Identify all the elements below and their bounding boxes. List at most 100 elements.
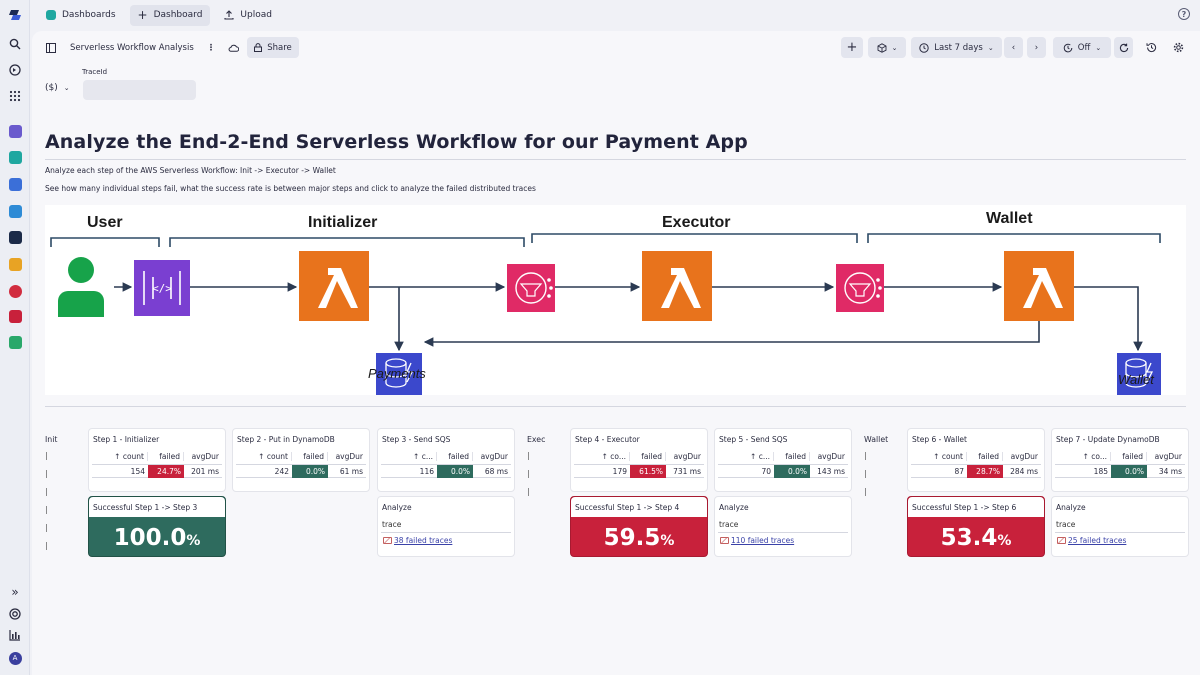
kubernetes-app-icon[interactable] xyxy=(6,202,24,220)
refresh-button[interactable] xyxy=(1114,37,1133,58)
logs-app-icon[interactable] xyxy=(6,228,24,246)
avgdur-value: 201 ms xyxy=(191,467,219,476)
section-brackets xyxy=(50,233,1161,247)
expand-sidebar-icon[interactable]: » xyxy=(6,583,24,601)
segments-button[interactable]: ⌄ xyxy=(868,37,906,58)
group-separator: | xyxy=(527,487,530,496)
column-header-avgdur[interactable]: avgDur xyxy=(666,452,704,461)
group-separator: | xyxy=(864,451,867,460)
settings-gear-icon[interactable] xyxy=(1170,37,1186,58)
column-header-count[interactable]: ↑ c... xyxy=(718,451,774,461)
table-header: ↑ count failed avgDur xyxy=(236,449,366,463)
timeframe-next-button[interactable]: › xyxy=(1027,37,1046,58)
column-header-trace[interactable]: trace xyxy=(382,520,401,529)
column-header-failed[interactable]: failed xyxy=(630,451,666,461)
column-header-failed[interactable]: failed xyxy=(292,451,328,461)
apps-grid-icon[interactable] xyxy=(6,87,24,105)
description-line-1: Analyze each step of the AWS Serverless … xyxy=(45,166,336,175)
column-header-count[interactable]: ↑ count xyxy=(92,451,148,461)
success-rate-tile[interactable]: Successful Step 1 -> Step 6 53.4% xyxy=(907,496,1045,557)
analyze-tile[interactable]: Analyze trace 25 failed traces xyxy=(1051,496,1189,557)
user-avatar[interactable]: A xyxy=(6,649,24,667)
problems-app-icon[interactable] xyxy=(6,282,24,300)
column-header-avgdur[interactable]: avgDur xyxy=(328,452,366,461)
tile-title: Successful Step 1 -> Step 6 xyxy=(908,497,1044,517)
column-header-avgdur[interactable]: avgDur xyxy=(473,452,511,461)
vulnerabilities-app-icon[interactable] xyxy=(6,307,24,325)
column-header-failed[interactable]: failed xyxy=(437,451,473,461)
column-header-failed[interactable]: failed xyxy=(148,451,184,461)
column-header-failed[interactable]: failed xyxy=(1111,451,1147,461)
column-header-avgdur[interactable]: avgDur xyxy=(810,452,848,461)
support-icon[interactable] xyxy=(6,605,24,623)
help-icon[interactable]: ? xyxy=(1178,8,1190,20)
search-icon[interactable] xyxy=(6,35,24,53)
step-tile[interactable]: Step 5 - Send SQS ↑ c... failed avgDur 70 0.0… xyxy=(714,428,852,492)
failed-traces-link[interactable]: 38 failed traces xyxy=(383,536,452,545)
timeframe-selector[interactable]: Last 7 days ⌄ xyxy=(911,37,1002,58)
column-header-count[interactable]: ↑ co... xyxy=(574,451,630,461)
traceid-input[interactable] xyxy=(83,80,196,100)
column-header-trace[interactable]: trace xyxy=(1056,520,1075,529)
avgdur-value: 61 ms xyxy=(339,467,363,476)
success-rate-tile[interactable]: Successful Step 1 -> Step 3 100.0% xyxy=(88,496,226,557)
payments-label: Payments xyxy=(368,366,426,381)
step-tile[interactable]: Step 7 - Update DynamoDB ↑ co... failed avg… xyxy=(1051,428,1189,492)
variable-selector[interactable]: ($) ⌄ xyxy=(45,83,70,93)
group-label-init: Init xyxy=(45,435,58,444)
column-header-count[interactable]: ↑ count xyxy=(911,451,967,461)
sqs-queue-icon xyxy=(836,264,884,312)
success-rate-tile[interactable]: Successful Step 1 -> Step 4 59.5% xyxy=(570,496,708,557)
table-header: ↑ co... failed avgDur xyxy=(1055,449,1185,463)
analyze-tile[interactable]: Analyze trace 110 failed traces xyxy=(714,496,852,557)
column-header-avgdur[interactable]: avgDur xyxy=(1147,452,1185,461)
history-icon[interactable] xyxy=(1143,37,1159,58)
step-tile[interactable]: Step 2 - Put in DynamoDB ↑ count failed avg… xyxy=(232,428,370,492)
auto-refresh-selector[interactable]: Off ⌄ xyxy=(1053,37,1111,58)
group-separator: | xyxy=(527,451,530,460)
group-separator: | xyxy=(527,469,530,478)
column-header-failed[interactable]: failed xyxy=(967,451,1003,461)
add-tile-button[interactable]: + xyxy=(841,37,863,58)
timeframe-previous-button[interactable]: ‹ xyxy=(1004,37,1023,58)
notebooks-app-icon[interactable] xyxy=(6,255,24,273)
workflows-app-icon[interactable] xyxy=(6,175,24,193)
group-separator: | xyxy=(45,469,48,478)
column-header-count[interactable]: ↑ co... xyxy=(1055,451,1111,461)
step-tile[interactable]: Step 4 - Executor ↑ co... failed avgDur 179 6… xyxy=(570,428,708,492)
dynatrace-logo-icon[interactable] xyxy=(6,6,24,24)
davis-icon[interactable] xyxy=(6,61,24,79)
services-app-icon[interactable] xyxy=(6,333,24,351)
more-options-icon[interactable]: ⋮ xyxy=(206,37,216,58)
analyze-tile[interactable]: Analyze trace 38 failed traces xyxy=(377,496,515,557)
usage-chart-icon[interactable] xyxy=(6,626,24,644)
share-button[interactable]: Share xyxy=(247,37,299,58)
workflow-diagram: User Initializer Executor Wallet </> Pay… xyxy=(45,205,1186,397)
dashboards-app-icon xyxy=(46,10,56,20)
column-header-count[interactable]: ↑ c... xyxy=(381,451,437,461)
column-header-trace[interactable]: trace xyxy=(719,520,738,529)
infrastructure-app-icon[interactable] xyxy=(6,122,24,140)
step-tile[interactable]: Step 6 - Wallet ↑ count failed avgDur 87 28.7… xyxy=(907,428,1045,492)
dashboards-tab[interactable]: Dashboards xyxy=(38,5,124,26)
avgdur-value: 68 ms xyxy=(484,467,508,476)
success-rate-value: 53.4% xyxy=(940,525,1012,551)
new-dashboard-tab[interactable]: + Dashboard xyxy=(129,4,211,26)
upload-button[interactable]: Upload xyxy=(216,5,280,26)
failed-traces-link[interactable]: 110 failed traces xyxy=(720,536,794,545)
chevron-left-icon: ‹ xyxy=(1011,42,1016,53)
column-header-count[interactable]: ↑ count xyxy=(236,451,292,461)
failed-traces-link[interactable]: 25 failed traces xyxy=(1057,536,1126,545)
dashboards-app-icon[interactable] xyxy=(6,148,24,166)
tile-title: Step 5 - Send SQS xyxy=(719,435,788,444)
column-header-avgdur[interactable]: avgDur xyxy=(1003,452,1041,461)
dashboard-title[interactable]: Serverless Workflow Analysis xyxy=(70,37,194,58)
column-header-avgdur[interactable]: avgDur xyxy=(184,452,222,461)
column-header-failed[interactable]: failed xyxy=(774,451,810,461)
step-tile[interactable]: Step 1 - Initializer ↑ count failed avgDur 1… xyxy=(88,428,226,492)
tile-title: Analyze xyxy=(1056,503,1086,512)
group-label-exec: Exec xyxy=(527,435,546,444)
step-tile[interactable]: Step 3 - Send SQS ↑ c... failed avgDur 116 0.… xyxy=(377,428,515,492)
table-row: 179 61.5% 731 ms xyxy=(574,464,704,478)
dashboard-list-icon[interactable] xyxy=(44,37,58,58)
